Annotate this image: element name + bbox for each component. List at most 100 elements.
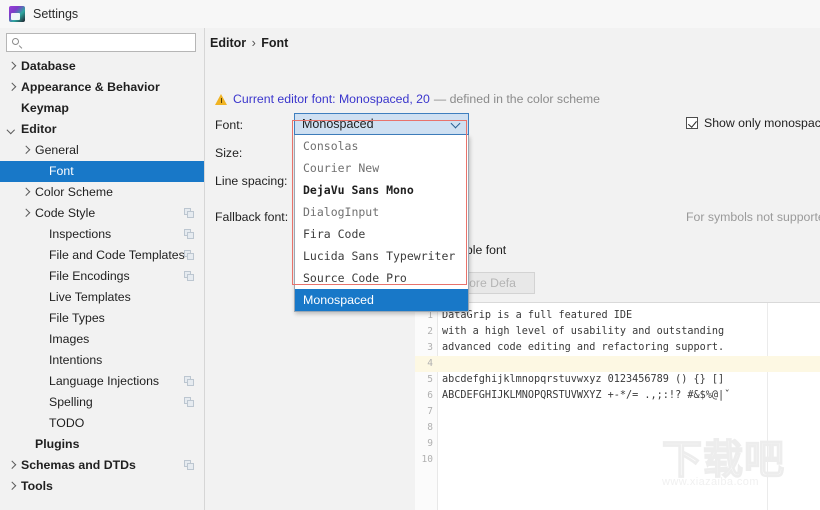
font-option-dejavu-sans-mono[interactable]: DejaVu Sans Mono — [295, 179, 468, 201]
chevron-closed-icon[interactable] — [6, 82, 17, 93]
copy-icon — [184, 271, 194, 281]
line-text: DataGrip is a full featured IDE — [442, 310, 633, 321]
chevron-open-icon[interactable] — [6, 124, 17, 135]
sidebar-item-schemas-and-dtds[interactable]: Schemas and DTDs — [0, 455, 204, 476]
settings-sidebar: Database Appearance & Behavior Keymap Edito… — [0, 28, 205, 510]
sidebar-item-color-scheme[interactable]: Color Scheme — [0, 182, 204, 203]
sidebar-item-editor[interactable]: Editor — [0, 119, 204, 140]
font-option-dialoginput[interactable]: DialogInput — [295, 201, 468, 223]
line-number: 6 — [427, 390, 433, 401]
search-icon — [10, 36, 24, 50]
line-number: 8 — [427, 422, 433, 433]
sidebar-item-keymap[interactable]: Keymap — [0, 98, 204, 119]
font-option-courier-new[interactable]: Courier New — [295, 157, 468, 179]
font-settings-panel: Editor › Font Current editor font: Monos… — [205, 28, 820, 510]
sidebar-item-language-injections[interactable]: Language Injections — [0, 371, 204, 392]
font-dropdown-list[interactable]: Consolas Courier New DejaVu Sans Mono Dialo… — [294, 135, 469, 312]
current-font-link[interactable]: Current editor font: Monospaced, 20 — [233, 92, 430, 106]
font-option-monospaced[interactable]: Monospaced — [295, 289, 468, 311]
editor-line: 1 DataGrip is a full featured IDE — [415, 308, 820, 324]
sidebar-item-database[interactable]: Database — [0, 56, 204, 77]
line-text: with a high level of usability and outst… — [442, 326, 725, 337]
sidebar-item-label: Editor — [21, 122, 57, 136]
sidebar-item-live-templates[interactable]: Live Templates — [0, 287, 204, 308]
sidebar-item-intentions[interactable]: Intentions — [0, 350, 204, 371]
sidebar-item-label: Inspections — [49, 227, 112, 241]
copy-icon — [184, 460, 194, 470]
breadcrumb: Editor › Font — [210, 36, 288, 50]
sidebar-item-file-and-code-templates[interactable]: File and Code Templates — [0, 245, 204, 266]
search-input[interactable] — [26, 35, 195, 50]
line-number: 10 — [421, 454, 433, 465]
show-monospaced-label: Show only monospaced fonts — [704, 116, 820, 130]
line-number: 5 — [427, 374, 433, 385]
show-monospaced-checkbox[interactable] — [686, 117, 698, 129]
font-option-consolas[interactable]: Consolas — [295, 135, 468, 157]
sidebar-item-label: Code Style — [35, 206, 96, 220]
sidebar-item-todo[interactable]: TODO — [0, 413, 204, 434]
editor-line: 10 — [415, 452, 820, 468]
chevron-closed-icon[interactable] — [6, 481, 17, 492]
chevron-closed-icon[interactable] — [6, 460, 17, 471]
copy-icon — [184, 397, 194, 407]
chevron-closed-icon[interactable] — [20, 187, 31, 198]
sidebar-item-label: Tools — [21, 479, 53, 493]
sidebar-item-code-style[interactable]: Code Style — [0, 203, 204, 224]
sidebar-item-label: File and Code Templates — [49, 248, 185, 262]
line-spacing-label: Line spacing: — [215, 174, 288, 188]
font-option-source-code-pro[interactable]: Source Code Pro — [295, 267, 468, 289]
editor-line: 4 — [415, 356, 820, 372]
search-box[interactable] — [6, 33, 196, 52]
sidebar-item-label: Spelling — [49, 395, 93, 409]
line-text: advanced code editing and refactoring su… — [442, 342, 725, 353]
chevron-closed-icon[interactable] — [20, 145, 31, 156]
settings-tree: Database Appearance & Behavior Keymap Edito… — [0, 56, 204, 497]
sidebar-item-label: Plugins — [35, 437, 80, 451]
line-number: 7 — [427, 406, 433, 417]
copy-icon — [184, 376, 194, 386]
sidebar-item-label: File Types — [49, 311, 105, 325]
sidebar-item-plugins[interactable]: Plugins — [0, 434, 204, 455]
sidebar-item-spelling[interactable]: Spelling — [0, 392, 204, 413]
sidebar-item-general[interactable]: General — [0, 140, 204, 161]
font-combobox[interactable]: Monospaced — [294, 113, 469, 135]
editor-line: 6 ABCDEFGHIJKLMNOPQRSTUVWXYZ +-*/= .,;:!?… — [415, 388, 820, 404]
sidebar-item-label: Live Templates — [49, 290, 131, 304]
show-monospaced-row[interactable]: Show only monospaced fonts — [686, 116, 820, 130]
fallback-font-label: Fallback font: — [215, 210, 289, 224]
font-preview-editor[interactable]: 1 DataGrip is a full featured IDE 2 with a … — [415, 303, 820, 510]
chevron-closed-icon[interactable] — [6, 61, 17, 72]
sidebar-item-images[interactable]: Images — [0, 329, 204, 350]
size-label: Size: — [215, 146, 243, 160]
sidebar-item-label: General — [35, 143, 79, 157]
warning-icon — [215, 93, 228, 106]
editor-line: 9 — [415, 436, 820, 452]
sidebar-item-label: Color Scheme — [35, 185, 113, 199]
sidebar-item-appearance-behavior[interactable]: Appearance & Behavior — [0, 77, 204, 98]
breadcrumb-root: Editor — [210, 36, 247, 50]
editor-line: 5 abcdefghijklmnopqrstuvwxyz 0123456789 (… — [415, 372, 820, 388]
font-option-fira-code[interactable]: Fira Code — [295, 223, 468, 245]
sidebar-item-font[interactable]: Font — [0, 161, 204, 182]
sidebar-item-label: Schemas and DTDs — [21, 458, 136, 472]
font-option-lucida-sans-typewriter[interactable]: Lucida Sans Typewriter — [295, 245, 468, 267]
sidebar-item-inspections[interactable]: Inspections — [0, 224, 204, 245]
line-number: 4 — [427, 358, 433, 369]
sidebar-item-tools[interactable]: Tools — [0, 476, 204, 497]
chevron-closed-icon[interactable] — [20, 208, 31, 219]
sidebar-item-label: Keymap — [21, 101, 69, 115]
current-font-notice: Current editor font: Monospaced, 20 — de… — [215, 91, 600, 107]
sidebar-item-file-types[interactable]: File Types — [0, 308, 204, 329]
chevron-down-icon[interactable] — [444, 114, 468, 134]
sidebar-item-label: Language Injections — [49, 374, 160, 388]
sidebar-item-file-encodings[interactable]: File Encodings — [0, 266, 204, 287]
